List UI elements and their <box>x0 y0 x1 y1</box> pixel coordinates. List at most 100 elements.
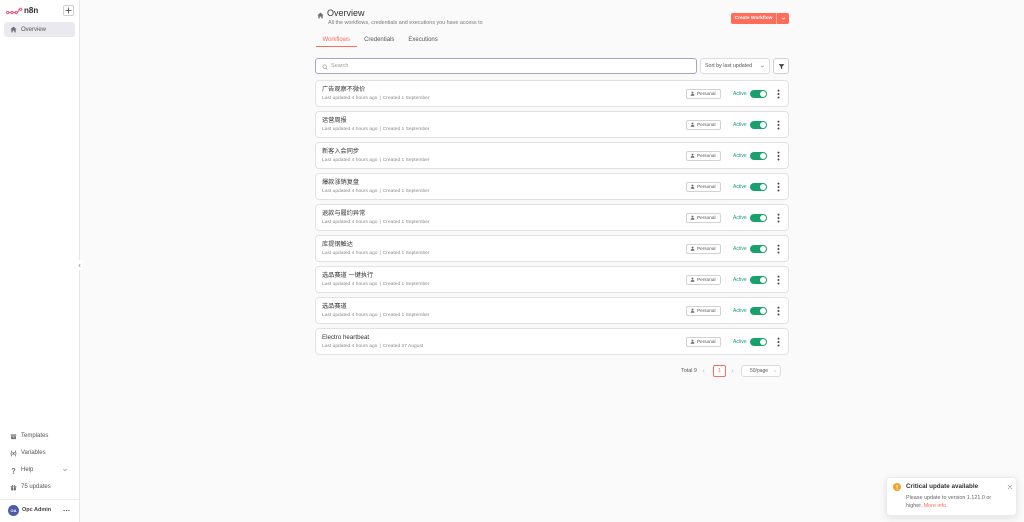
collapse-sidebar-button[interactable] <box>75 260 83 270</box>
pagination-page-current[interactable]: 1 <box>713 365 726 377</box>
user-icon <box>690 246 695 251</box>
workflow-menu-button[interactable] <box>775 120 781 130</box>
workflow-card[interactable]: 选品赛道 Last updated 4 hours ago | Created 1 … <box>315 297 789 324</box>
workflow-name[interactable]: 爆款涨销复盘 <box>322 179 359 187</box>
toggle-knob <box>760 152 766 159</box>
meta-separator: | <box>379 219 381 225</box>
more-horizontal-icon[interactable] <box>63 509 70 512</box>
workflow-meta: Last updated 4 hours ago | Created 1 Septe… <box>322 158 430 164</box>
workflow-card[interactable]: 爆款涨销复盘 Last updated 4 hours ago | Created … <box>315 173 789 200</box>
workflow-updated: Last updated 4 hours ago <box>322 95 378 101</box>
active-toggle[interactable] <box>750 306 767 315</box>
search-input[interactable] <box>316 59 696 73</box>
workflow-card[interactable]: 选品赛道 一键执行 Last updated 4 hours ago | Creat… <box>315 266 789 293</box>
sidebar-item-label: Templates <box>21 433 49 439</box>
workflow-meta: Last updated 4 hours ago | Created 1 Septe… <box>322 220 430 226</box>
workflow-updated: Last updated 4 hours ago <box>322 281 378 287</box>
warning-icon <box>893 483 901 491</box>
workflow-card[interactable]: 运营周报 Last updated 4 hours ago | Created 1 … <box>315 111 789 138</box>
workflow-card[interactable]: 广告观察不微价 Last updated 4 hours ago | Created… <box>315 80 789 107</box>
workflow-menu-button[interactable] <box>775 306 781 316</box>
sidebar-item-variables[interactable]: Variables <box>4 447 75 459</box>
workflow-menu-button[interactable] <box>775 275 781 285</box>
workflow-name[interactable]: 库提钢触达 <box>322 241 353 249</box>
more-info-link[interactable]: More info. <box>924 503 948 509</box>
workflow-created: Created 1 September <box>382 250 430 256</box>
sort-value: Sort by last updated <box>705 63 753 69</box>
active-toggle[interactable] <box>750 275 767 284</box>
filter-icon <box>778 63 784 69</box>
add-button[interactable] <box>63 5 74 16</box>
workflow-card[interactable]: Electro heartbeat Last updated 4 hours a… <box>315 328 789 355</box>
owner-badge: Personal <box>686 336 721 347</box>
page-size-value: 50/page <box>750 368 769 374</box>
more-vertical-icon <box>777 337 779 346</box>
workflow-card[interactable]: 退款与履约异常 Last updated 4 hours ago | Created… <box>315 204 789 231</box>
workflow-menu-button[interactable] <box>775 89 781 99</box>
workflow-created: Created 1 September <box>382 281 430 287</box>
workflow-card[interactable]: 库提钢触达 Last updated 4 hours ago | Created 1… <box>315 235 789 262</box>
chevron-down-icon <box>781 17 785 20</box>
active-toggle[interactable] <box>750 182 767 191</box>
workflow-menu-button[interactable] <box>775 337 781 347</box>
sidebar-item-templates[interactable]: Templates <box>4 430 75 442</box>
meta-separator: | <box>379 250 381 256</box>
tab-credentials[interactable]: Credentials <box>358 36 401 47</box>
active-toggle[interactable] <box>750 89 767 98</box>
create-workflow-button[interactable]: Create Workflow <box>731 13 776 24</box>
user-icon <box>690 308 695 313</box>
chevron-right-icon[interactable] <box>730 368 735 374</box>
workflow-menu-button[interactable] <box>775 244 781 254</box>
user-icon <box>690 91 695 96</box>
sidebar-item-overview[interactable]: Overview <box>4 22 75 37</box>
toggle-knob <box>760 183 766 190</box>
workflow-list: 广告观察不微价 Last updated 4 hours ago | Created… <box>315 80 789 356</box>
sidebar-item-help[interactable]: Help <box>4 464 75 476</box>
owner-label: Personal <box>697 184 716 189</box>
create-options-dropdown[interactable] <box>776 13 789 24</box>
active-toggle[interactable] <box>750 213 767 222</box>
workflow-name[interactable]: 选品赛道 <box>322 303 347 311</box>
workflow-name[interactable]: 选品赛道 一键执行 <box>322 272 373 280</box>
status-label: Active <box>733 245 747 252</box>
page-size-select[interactable]: 50/page <box>741 365 781 377</box>
workflow-name[interactable]: 退款与履约异常 <box>322 210 365 218</box>
workflow-menu-button[interactable] <box>775 213 781 223</box>
sidebar-item-label: 75 updates <box>21 484 51 490</box>
gift-icon <box>10 484 17 490</box>
toggle-knob <box>760 90 766 97</box>
workflow-menu-button[interactable] <box>775 151 781 161</box>
status-label: Active <box>733 276 747 283</box>
active-toggle[interactable] <box>750 120 767 129</box>
templates-icon <box>10 433 17 439</box>
filter-button[interactable] <box>773 58 789 74</box>
chevron-left-icon[interactable] <box>701 368 706 374</box>
avatar[interactable]: OA <box>8 505 19 516</box>
workflow-menu-button[interactable] <box>775 182 781 192</box>
owner-badge: Personal <box>686 150 721 161</box>
owner-badge: Personal <box>686 305 721 316</box>
tab-workflows[interactable]: Workflows <box>316 36 357 47</box>
workflow-created: Created 1 September <box>382 95 430 101</box>
workflow-name[interactable]: 新客入会同步 <box>322 148 359 156</box>
active-toggle[interactable] <box>750 151 767 160</box>
more-vertical-icon <box>777 275 779 284</box>
workflow-created: Created 1 September <box>382 157 430 163</box>
workflow-name[interactable]: 广告观察不微价 <box>322 86 365 94</box>
sort-select[interactable]: Sort by last updated <box>700 58 770 74</box>
close-icon[interactable] <box>1007 484 1013 490</box>
tab-executions[interactable]: Executions <box>402 36 444 47</box>
chevron-down-icon <box>63 468 67 472</box>
workflow-name[interactable]: 运营周报 <box>322 117 347 125</box>
active-toggle[interactable] <box>750 337 767 346</box>
sidebar-divider <box>0 499 79 500</box>
n8n-logo[interactable]: n8n <box>6 6 38 16</box>
active-toggle[interactable] <box>750 244 767 253</box>
workflow-card[interactable]: 新客入会同步 Last updated 4 hours ago | Created … <box>315 142 789 169</box>
sidebar-item-label: Variables <box>21 450 46 456</box>
workflow-name[interactable]: Electro heartbeat <box>322 334 369 342</box>
owner-label: Personal <box>697 339 716 344</box>
sidebar-item-label: Help <box>21 467 34 473</box>
sidebar-item-updates[interactable]: 75 updates <box>4 481 75 493</box>
meta-separator: | <box>379 126 381 132</box>
